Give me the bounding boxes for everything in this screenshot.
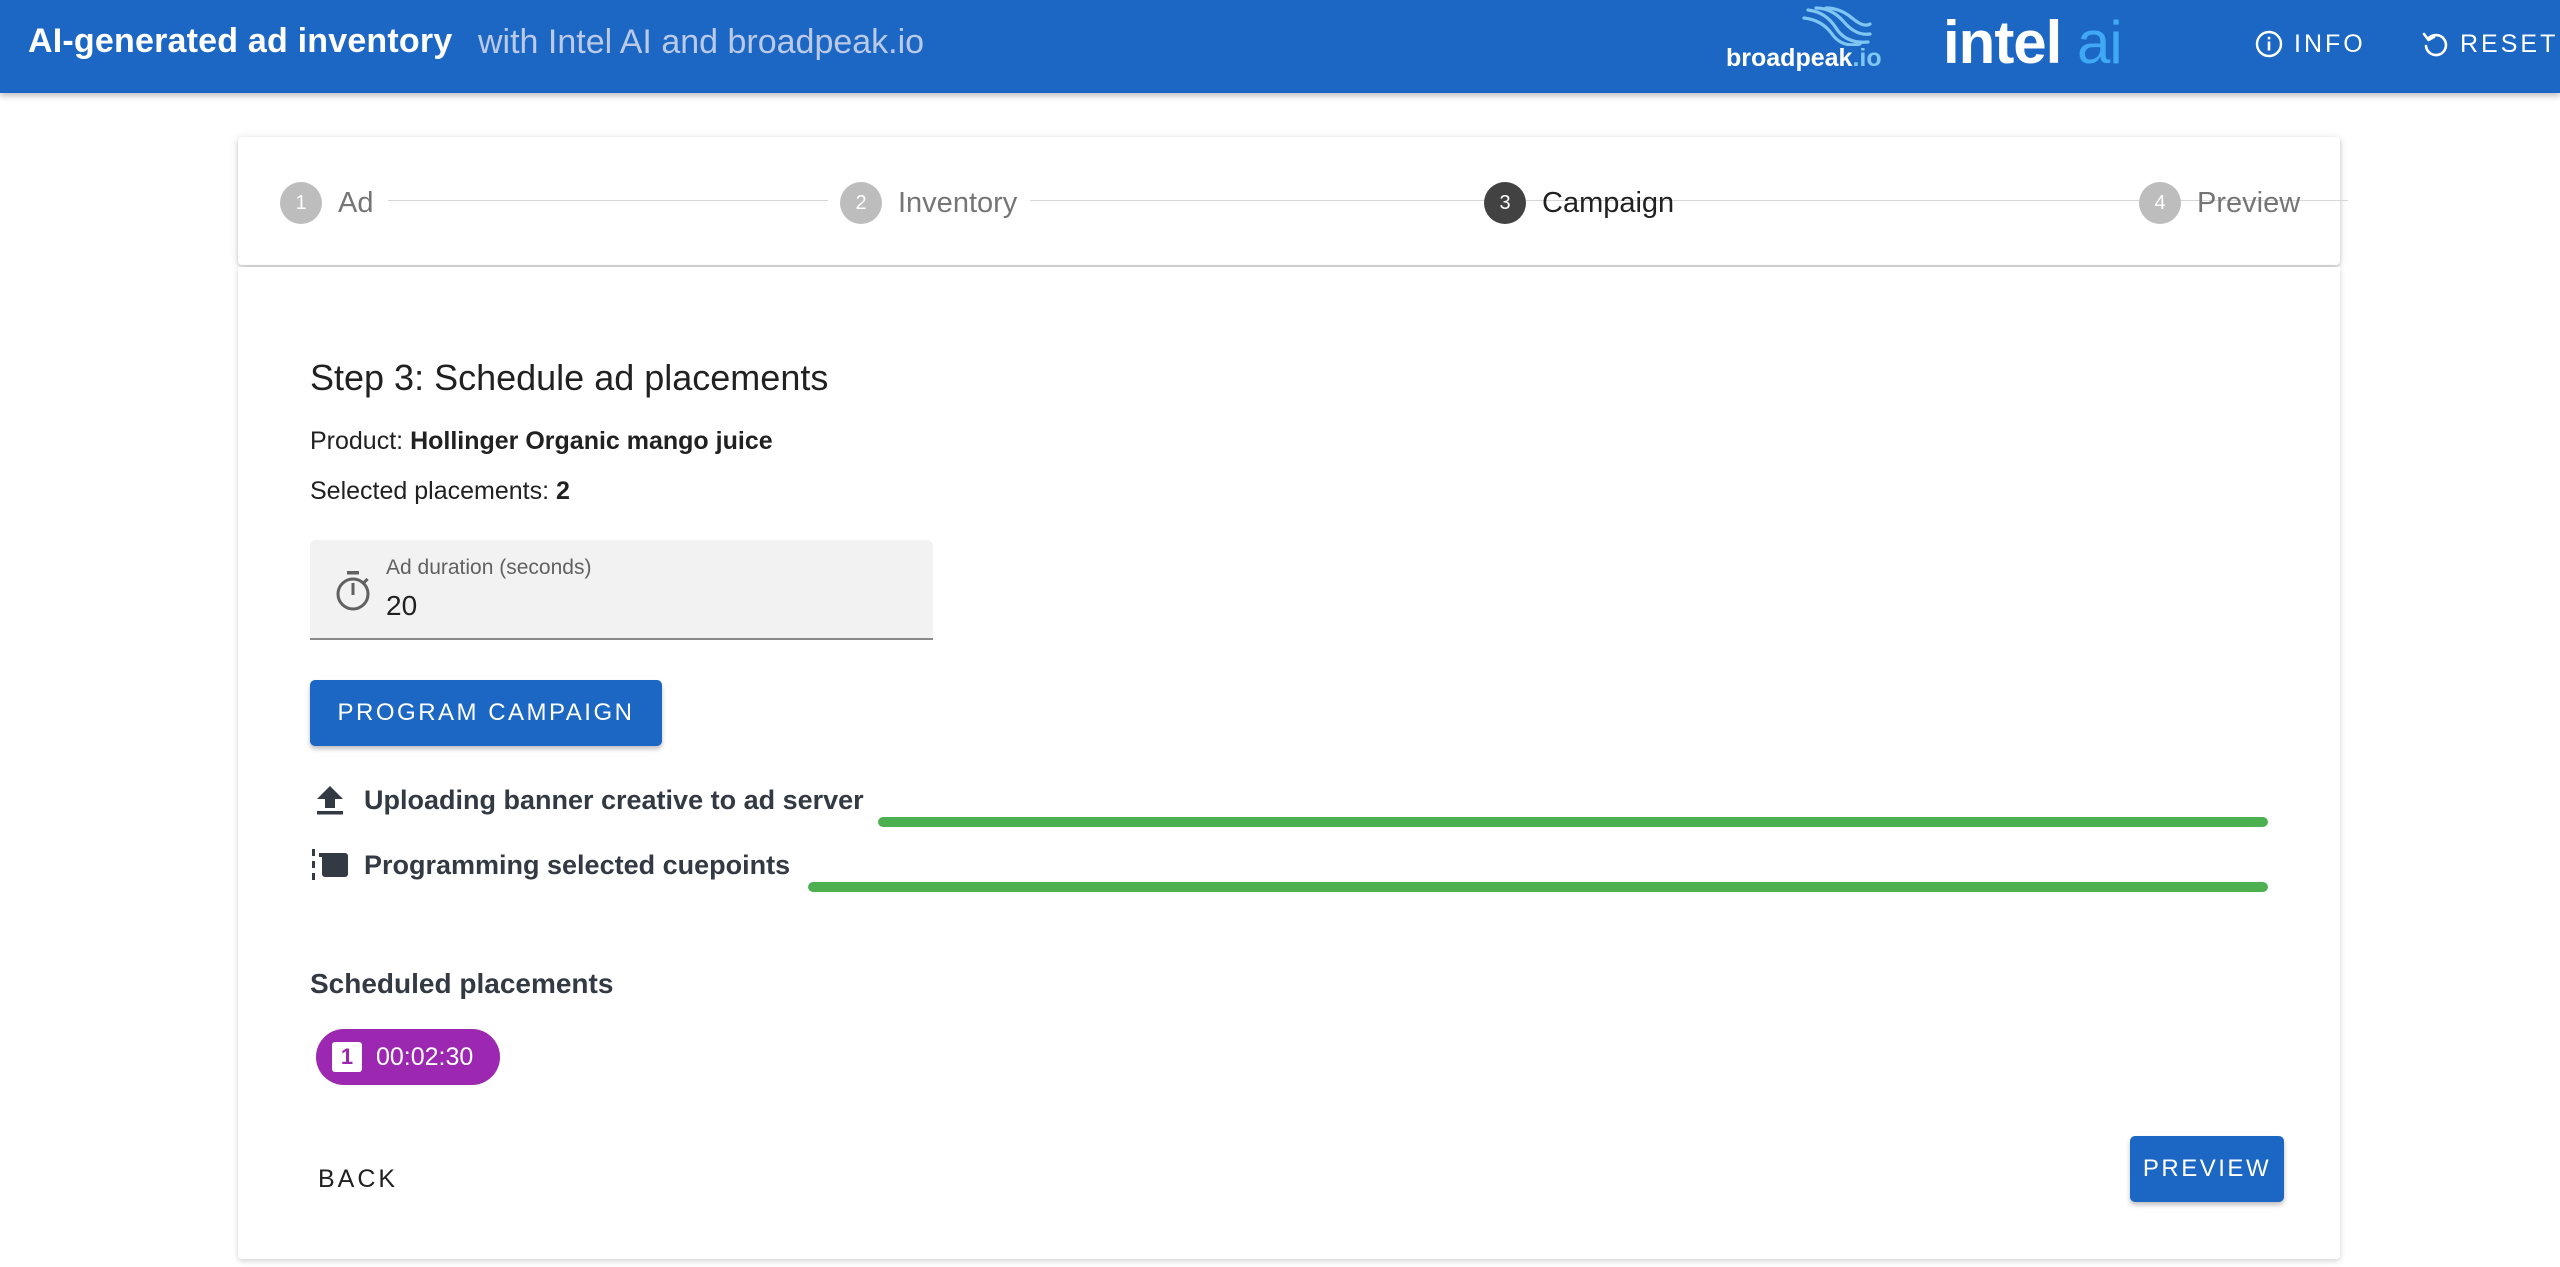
step-label: Ad bbox=[338, 186, 374, 219]
preview-button[interactable]: PREVIEW bbox=[2130, 1136, 2284, 1202]
cuepoint-progress-fill bbox=[808, 882, 2268, 892]
step-label: Preview bbox=[2197, 186, 2301, 219]
ad-duration-label: Ad duration (seconds) bbox=[386, 556, 592, 579]
upload-progress-row: Uploading banner creative to ad server bbox=[310, 778, 864, 822]
broadpeak-logo: broadpeak.io bbox=[1724, 6, 1896, 72]
broadpeak-logo-text: broadpeak.io bbox=[1726, 44, 1882, 72]
cuepoint-progress-label: Programming selected cuepoints bbox=[364, 849, 791, 880]
scheduled-placements-heading: Scheduled placements bbox=[310, 968, 614, 999]
product-label: Product: bbox=[310, 427, 404, 455]
timer-icon bbox=[336, 571, 370, 611]
step-ad[interactable]: 1 Ad bbox=[280, 182, 373, 224]
placements-count: 2 bbox=[555, 477, 570, 505]
info-icon bbox=[2255, 30, 2283, 58]
placement-time: 00:02:30 bbox=[376, 1042, 474, 1071]
reset-button-label: RESET bbox=[2460, 29, 2559, 58]
cuepoint-icon bbox=[310, 845, 350, 885]
ad-duration-field[interactable]: Ad duration (seconds) bbox=[310, 540, 933, 640]
page-title: Step 3: Schedule ad placements bbox=[310, 357, 829, 398]
reset-button[interactable]: RESET bbox=[2420, 24, 2558, 64]
step-number: 1 bbox=[280, 182, 322, 224]
back-button[interactable]: BACK bbox=[310, 1147, 406, 1211]
placements-label: Selected placements: bbox=[310, 477, 550, 505]
step-label: Inventory bbox=[898, 186, 1018, 219]
cuepoint-progress-bar bbox=[808, 882, 2268, 892]
broadpeak-waves-icon bbox=[1802, 6, 1872, 46]
product-value: Hollinger Organic mango juice bbox=[410, 427, 773, 455]
step-inventory[interactable]: 2 Inventory bbox=[840, 182, 1017, 224]
step-preview[interactable]: 4 Preview bbox=[2139, 182, 2300, 224]
intel-ai-logo: intel ai bbox=[1943, 9, 2123, 76]
upload-progress-label: Uploading banner creative to ad server bbox=[364, 784, 864, 815]
placements-info: Selected placements: 2 bbox=[310, 477, 570, 506]
upload-icon bbox=[310, 780, 350, 820]
ad-duration-input[interactable] bbox=[386, 590, 886, 622]
product-info: Product: Hollinger Organic mango juice bbox=[310, 427, 773, 456]
upload-progress-fill bbox=[878, 817, 2268, 827]
info-button[interactable]: INFO bbox=[2254, 24, 2366, 64]
upload-progress-bar bbox=[878, 817, 2268, 827]
step-number: 2 bbox=[840, 182, 882, 224]
cuepoint-progress-row: Programming selected cuepoints bbox=[310, 843, 790, 887]
app-bar: AI-generated ad inventory with Intel AI … bbox=[0, 0, 2560, 93]
reset-icon bbox=[2422, 32, 2448, 57]
program-campaign-button[interactable]: PROGRAM CAMPAIGN bbox=[310, 680, 662, 746]
step-number: 3 bbox=[1484, 182, 1526, 224]
step-connector bbox=[388, 200, 828, 201]
placement-number-badge: 1 bbox=[332, 1042, 362, 1072]
campaign-card: Step 3: Schedule ad placements Product: … bbox=[238, 267, 2340, 1259]
step-label: Campaign bbox=[1542, 186, 1675, 219]
step-campaign[interactable]: 3 Campaign bbox=[1484, 182, 1674, 224]
stepper: 1 Ad 2 Inventory 3 Campaign 4 Preview bbox=[238, 137, 2348, 265]
step-number: 4 bbox=[2139, 182, 2181, 224]
scheduled-placement-chip[interactable]: 1 00:02:30 bbox=[316, 1029, 500, 1085]
app-subtitle: with Intel AI and broadpeak.io bbox=[478, 23, 925, 61]
info-button-label: INFO bbox=[2294, 29, 2366, 58]
app-title: AI-generated ad inventory bbox=[28, 22, 453, 60]
